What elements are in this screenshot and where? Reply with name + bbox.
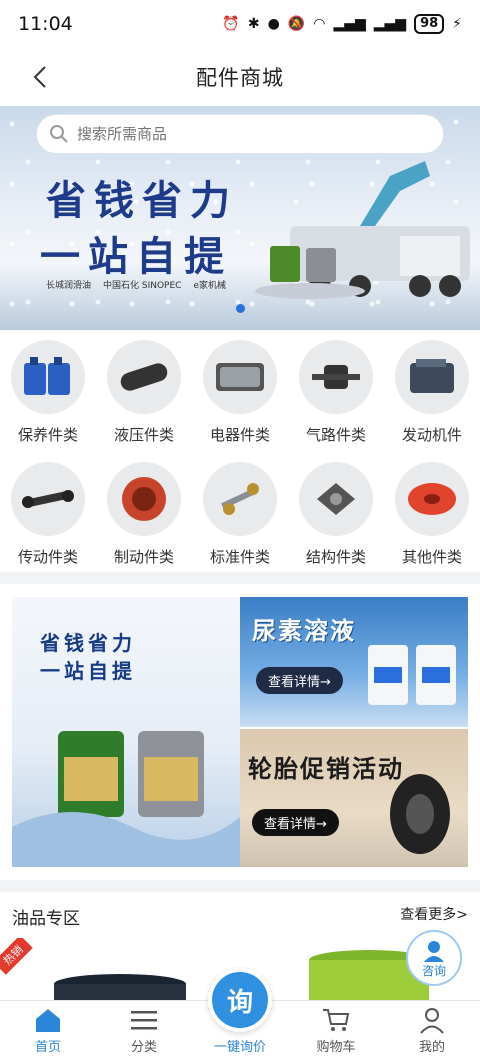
tab-label: 购物车 bbox=[316, 1040, 356, 1055]
consult-label: 咨询 bbox=[421, 963, 446, 978]
tire-detail-button[interactable]: 查看详情→ bbox=[252, 809, 339, 836]
promo-banner-oil[interactable]: 省钱省力 一站自提 bbox=[12, 597, 240, 867]
search-icon bbox=[50, 125, 68, 143]
category-item[interactable]: 标准件类 bbox=[192, 452, 288, 572]
category-item[interactable]: 电器件类 bbox=[192, 330, 288, 450]
category-item[interactable]: 结构件类 bbox=[288, 452, 384, 572]
promo-headline: 省钱省力 bbox=[40, 631, 136, 655]
drive-shaft-icon bbox=[22, 490, 74, 508]
headlight-icon bbox=[216, 363, 264, 391]
wave-illustration bbox=[12, 812, 240, 867]
status-bar: 11:04 ⏰ ✱ ● 🔕 ◠ ▂▄▆ ▂▄▆ 98 ⚡ bbox=[0, 0, 480, 48]
promo-subheadline: 一站自提 bbox=[40, 659, 136, 683]
banner-logos: 长城润滑油 中国石化 SINOPEC e家机械 bbox=[46, 278, 226, 291]
mute-icon: 🔕 bbox=[287, 16, 306, 32]
category-label: 制动件类 bbox=[113, 548, 174, 566]
consult-button[interactable]: 咨询 bbox=[406, 930, 462, 986]
signal-icon: ▂▄▆ bbox=[333, 16, 366, 32]
tab-label: 一键询价 bbox=[213, 1040, 266, 1055]
category-label: 保养件类 bbox=[17, 426, 78, 444]
category-item[interactable]: 保养件类 bbox=[0, 330, 96, 450]
nav-bar: 配件商城 bbox=[0, 48, 480, 106]
category-label: 液压件类 bbox=[113, 426, 174, 444]
category-label: 结构件类 bbox=[305, 548, 366, 566]
promo-title-urea: 尿素溶液 bbox=[252, 617, 356, 645]
banner-subheadline: 一站自提 bbox=[40, 234, 232, 280]
category-label: 气路件类 bbox=[305, 426, 366, 444]
customer-service-icon bbox=[424, 940, 444, 962]
tab-label: 分类 bbox=[130, 1040, 157, 1055]
category-label: 电器件类 bbox=[209, 426, 270, 444]
urea-canisters-illustration bbox=[368, 645, 456, 705]
carousel-indicator bbox=[236, 304, 245, 313]
category-label: 传动件类 bbox=[17, 548, 78, 566]
user-icon bbox=[420, 1008, 444, 1034]
banner-headline: 省钱省力 bbox=[46, 178, 238, 224]
see-more-link[interactable]: 查看更多> bbox=[400, 904, 468, 924]
status-time: 11:04 bbox=[18, 13, 73, 35]
category-label: 发动机件 bbox=[401, 426, 462, 444]
promo-banner-tire[interactable]: 轮胎促销活动 查看详情→ bbox=[240, 729, 468, 867]
category-item[interactable]: 液压件类 bbox=[96, 330, 192, 450]
alarm-icon: ⏰ bbox=[222, 16, 240, 32]
bolt-icon bbox=[221, 483, 259, 515]
home-icon bbox=[36, 1009, 60, 1032]
status-icons: ⏰ ✱ ● 🔕 ◠ ▂▄▆ ▂▄▆ 98 ⚡ bbox=[222, 14, 462, 34]
category-item[interactable]: 其他件类 bbox=[384, 452, 480, 572]
banner-logo: e家机械 bbox=[193, 281, 227, 291]
category-item[interactable]: 传动件类 bbox=[0, 452, 96, 572]
excavator-truck-illustration bbox=[255, 161, 470, 299]
category-item[interactable]: 发动机件 bbox=[384, 330, 480, 450]
bluetooth-icon: ✱ bbox=[247, 16, 260, 32]
wifi-icon: ◠ bbox=[313, 16, 326, 32]
signal2-icon: ▂▄▆ bbox=[373, 16, 407, 32]
category-item[interactable]: 气路件类 bbox=[288, 330, 384, 450]
tab-category[interactable]: 分类 bbox=[96, 1001, 192, 1058]
category-label: 其他件类 bbox=[401, 548, 462, 566]
brake-drum-icon bbox=[122, 477, 166, 521]
tab-label: 首页 bbox=[34, 1040, 61, 1055]
battery-icon: 98 bbox=[414, 14, 445, 34]
section-title: 油品专区 bbox=[12, 909, 80, 929]
location-icon: ● bbox=[267, 16, 280, 32]
back-arrow-icon[interactable] bbox=[26, 62, 56, 92]
tab-label: 我的 bbox=[418, 1040, 445, 1055]
oil-bottles-icon bbox=[24, 357, 70, 395]
tab-home[interactable]: 首页 bbox=[0, 1001, 96, 1058]
hot-ribbon: 热销 bbox=[0, 938, 33, 975]
hydraulic-cylinder-icon bbox=[120, 363, 168, 391]
urea-detail-button[interactable]: 查看详情→ bbox=[256, 667, 343, 694]
air-valve-icon bbox=[312, 365, 360, 389]
tire-illustration bbox=[390, 774, 450, 854]
promo-banner-urea[interactable]: 尿素溶液 查看详情→ bbox=[240, 597, 468, 727]
banner-logo: 中国石化 SINOPEC bbox=[103, 281, 182, 291]
tab-cart[interactable]: 购物车 bbox=[288, 1001, 384, 1058]
hero-banner[interactable]: 省钱省力 一站自提 长城润滑油 中国石化 SINOPEC e家机械 bbox=[0, 106, 480, 330]
search-box[interactable] bbox=[36, 114, 444, 154]
pulley-icon bbox=[408, 483, 456, 515]
charging-icon: ⚡ bbox=[452, 16, 462, 32]
page-title: 配件商城 bbox=[196, 66, 284, 90]
engine-icon bbox=[410, 359, 454, 393]
search-input[interactable] bbox=[77, 125, 377, 143]
category-grid: 保养件类 液压件类 电器件类 气路件类 发动机件 传动件类 制动件类 标准件类 … bbox=[0, 330, 480, 572]
promo-section: 省钱省力 一站自提 尿素溶液 查看详情→ 轮胎促销活动 查看详情→ bbox=[0, 584, 480, 880]
bracket-icon bbox=[317, 483, 355, 515]
inquiry-fab-button[interactable]: 询 bbox=[208, 968, 272, 1032]
category-label: 标准件类 bbox=[209, 548, 270, 566]
list-icon bbox=[131, 1011, 157, 1030]
tab-profile[interactable]: 我的 bbox=[384, 1001, 480, 1058]
banner-logo: 长城润滑油 bbox=[46, 281, 92, 291]
cart-icon bbox=[323, 1009, 350, 1031]
category-item[interactable]: 制动件类 bbox=[96, 452, 192, 572]
